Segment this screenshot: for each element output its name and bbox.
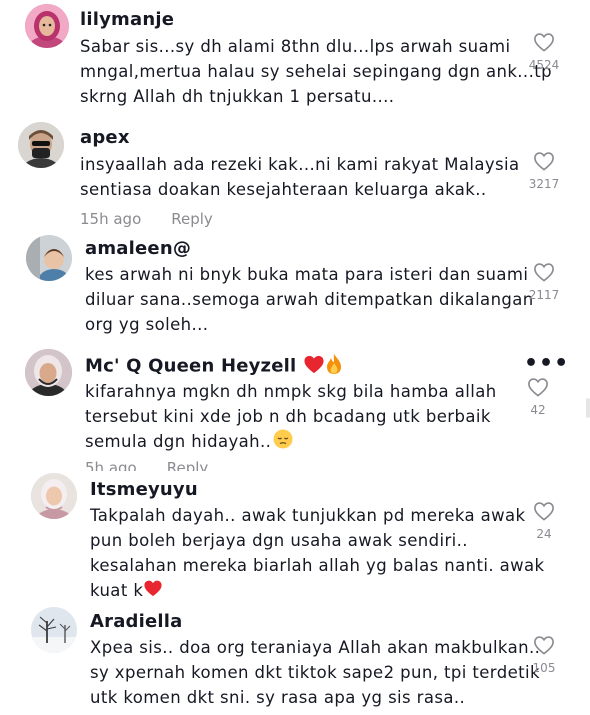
avatar[interactable]: [18, 122, 64, 168]
comment-username[interactable]: amaleen@: [85, 238, 191, 259]
comment-meta: 5h ago Reply: [85, 459, 208, 471]
like-button[interactable]: 105: [524, 635, 564, 675]
comment-meta: 15h ago Reply: [80, 210, 213, 228]
comment-username[interactable]: apex: [80, 127, 130, 148]
like-button[interactable]: 24: [524, 501, 564, 541]
heart-outline-icon: [534, 502, 554, 521]
comment-line: kes arwah ni bnyk buka mata para isteri …: [85, 265, 529, 284]
comment-line: semula dgn hidayah..: [85, 429, 497, 456]
like-button[interactable]: 42: [518, 377, 558, 417]
comment-line: pun boleh berjaya dgn usaha awak sendiri…: [90, 531, 468, 550]
like-count: 24: [536, 527, 552, 541]
heart-outline-icon: [534, 33, 554, 52]
comment-card: lilymanje Sabar sis...sy dh alami 8thn d…: [0, 0, 590, 118]
like-count: 4524: [528, 58, 560, 72]
like-count: 42: [530, 403, 546, 417]
pensive-face-emoji: [273, 429, 293, 456]
more-options-button[interactable]: •••: [524, 351, 569, 376]
avatar[interactable]: [26, 235, 72, 281]
heart-outline-icon: [528, 378, 548, 397]
comment-card: Aradiella Xpea sis.. doa org teraniaya A…: [0, 601, 590, 715]
heart-outline-icon: [534, 263, 554, 282]
comment-line: kifarahnya mgkn dh nmpk skg bila hamba a…: [85, 382, 497, 401]
comment-username[interactable]: Itsmeyuyu: [90, 479, 198, 500]
comment-text: kes arwah ni bnyk buka mata para isteri …: [85, 262, 534, 337]
comment-username-text: Mc' Q Queen Heyzell: [85, 355, 297, 377]
comment-card: Mc' Q Queen Heyzell ••• kifarahnya mgkn …: [0, 345, 590, 471]
comment-time: 5h ago: [85, 459, 137, 471]
comment-line: mngal,mertua halau sy sehelai sepingang …: [80, 62, 552, 81]
comment-time: 15h ago: [80, 210, 142, 228]
comment-line-text: kuat k: [90, 581, 144, 600]
like-button[interactable]: 2117: [524, 262, 564, 302]
comment-text: Xpea sis.. doa org teraniaya Allah akan …: [90, 635, 540, 710]
comment-username[interactable]: Mc' Q Queen Heyzell: [85, 353, 343, 380]
comment-card: apex insyaallah ada rezeki kak...ni kami…: [0, 118, 590, 228]
red-heart-emoji: [303, 354, 325, 379]
avatar[interactable]: [25, 4, 69, 48]
red-heart-emoji: [143, 579, 163, 601]
comment-line: kesalahan mereka biarlah allah yg balas …: [90, 556, 545, 575]
comment-line: Sabar sis...sy dh alami 8thn dlu...lps a…: [80, 37, 511, 56]
comment-line: tersebut kini xde job n dh bcadang utk b…: [85, 407, 491, 426]
comment-line: utk komen dkt sni. sy rasa apa yg sis ra…: [90, 688, 466, 707]
comment-line: Takpalah dayah.. awak tunjukkan pd merek…: [90, 506, 526, 525]
reply-button[interactable]: Reply: [167, 459, 209, 471]
like-count: 105: [532, 661, 556, 675]
comment-line: Xpea sis.. doa org teraniaya Allah akan …: [90, 638, 541, 657]
comment-line: kuat k: [90, 578, 545, 601]
comment-text: Takpalah dayah.. awak tunjukkan pd merek…: [90, 503, 545, 601]
reply-button[interactable]: Reply: [171, 210, 213, 228]
comment-card: Itsmeyuyu Takpalah dayah.. awak tunjukka…: [0, 471, 590, 601]
comment-line: sentiasa doakan kesejahteraan keluarga a…: [80, 180, 487, 199]
like-count: 3217: [528, 177, 560, 191]
comment-username[interactable]: lilymanje: [80, 9, 174, 30]
comment-text: kifarahnya mgkn dh nmpk skg bila hamba a…: [85, 379, 497, 456]
comment-text: Sabar sis...sy dh alami 8thn dlu...lps a…: [80, 34, 552, 109]
avatar[interactable]: [25, 349, 72, 396]
like-button[interactable]: 3217: [524, 151, 564, 191]
comment-line: skrng Allah dh tnjukkan 1 persatu....: [80, 87, 395, 106]
fire-emoji: [325, 353, 343, 380]
comment-username[interactable]: Aradiella: [90, 611, 183, 632]
comment-line: insyaallah ada rezeki kak...ni kami raky…: [80, 155, 520, 174]
scrollbar-thumb[interactable]: [586, 398, 590, 418]
comment-line: diluar sana..semoga arwah ditempatkan di…: [85, 290, 534, 309]
like-count: 2117: [528, 288, 560, 302]
like-button[interactable]: 4524: [524, 32, 564, 72]
heart-outline-icon: [534, 636, 554, 655]
heart-outline-icon: [534, 152, 554, 171]
comment-text: insyaallah ada rezeki kak...ni kami raky…: [80, 152, 520, 202]
comment-line: org yg soleh...: [85, 315, 209, 334]
avatar[interactable]: [31, 607, 77, 653]
comment-line-text: semula dgn hidayah..: [85, 432, 272, 451]
comment-line: sy xpernah komen dkt tiktok sape2 pun, t…: [90, 663, 540, 682]
comment-card: amaleen@ kes arwah ni bnyk buka mata par…: [0, 230, 590, 345]
avatar[interactable]: [31, 473, 77, 519]
